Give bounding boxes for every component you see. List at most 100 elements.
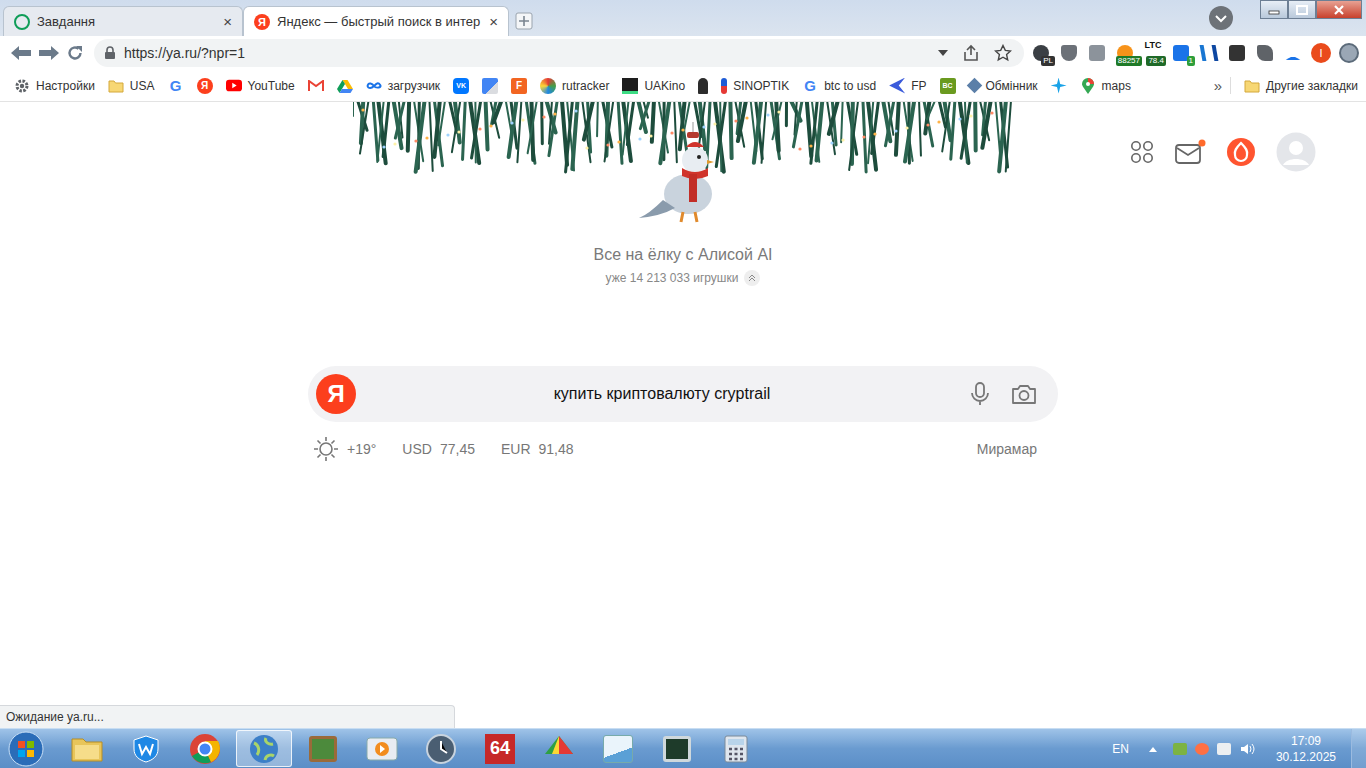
extension-button[interactable]: [1226, 40, 1248, 66]
taskbar-button[interactable]: [118, 730, 174, 767]
back-button[interactable]: [10, 45, 32, 61]
currency-rate[interactable]: USD77,45: [402, 441, 475, 457]
expand-button[interactable]: [744, 270, 760, 286]
bookmark[interactable]: FP: [889, 78, 926, 94]
bookmark[interactable]: Я: [197, 78, 213, 94]
taskbar-button[interactable]: [413, 730, 469, 767]
minimize-button[interactable]: [1260, 0, 1288, 19]
bookmark[interactable]: maps: [1080, 78, 1131, 94]
more-bookmarks-button[interactable]: »: [1214, 77, 1231, 94]
clock-icon: [425, 733, 457, 765]
forward-button[interactable]: [38, 45, 60, 61]
bookmark[interactable]: [1051, 78, 1067, 94]
extension-button[interactable]: 88257: [1114, 40, 1136, 66]
camera-icon[interactable]: [1010, 382, 1038, 406]
microphone-icon[interactable]: [968, 381, 992, 407]
avatar-button[interactable]: [1276, 132, 1316, 172]
close-tab-button[interactable]: ×: [221, 13, 234, 30]
browser-tab[interactable]: Завдання ×: [3, 6, 243, 36]
bookmark[interactable]: VK: [453, 78, 469, 94]
search-box[interactable]: Якупить криптовалюту cryptrail: [308, 366, 1058, 422]
extension-badge: PL: [1041, 56, 1055, 66]
tab-title: Яндекс — быстрый поиск в интер: [277, 14, 480, 29]
folder-icon: [1244, 78, 1260, 94]
show-desktop-button[interactable]: [1351, 729, 1366, 768]
app-tray-icon[interactable]: [1195, 743, 1209, 755]
taskbar-button[interactable]: [295, 730, 351, 767]
bookmark[interactable]: USA: [108, 78, 155, 94]
grid-button[interactable]: [1130, 140, 1154, 164]
taskbar-button[interactable]: [649, 730, 705, 767]
extension-button[interactable]: [1198, 40, 1220, 66]
extension-button[interactable]: I: [1310, 40, 1332, 66]
bookmark[interactable]: G: [168, 78, 184, 94]
bookmark[interactable]: Настройки: [14, 78, 95, 94]
show-hidden-icons-icon[interactable]: [1148, 745, 1158, 753]
bookmark[interactable]: [308, 78, 324, 94]
monitor-tray-icon[interactable]: [1217, 743, 1231, 755]
christmas-garland-icon[interactable]: [353, 102, 1013, 232]
taskbar-button[interactable]: [354, 730, 410, 767]
bookmark[interactable]: Обмінник: [969, 79, 1038, 93]
mail-button[interactable]: [1174, 138, 1206, 166]
bookmark[interactable]: загрузчик: [366, 78, 440, 94]
dropdown-icon[interactable]: [938, 49, 948, 57]
bookmarks-bar: Настройки USA GЯ YouTube загрузчик VK Frutrack…: [0, 70, 1366, 102]
maximize-button[interactable]: [1288, 0, 1316, 19]
extension-button[interactable]: 1: [1170, 40, 1192, 66]
volume-icon[interactable]: [1239, 741, 1255, 757]
address-bar[interactable]: https://ya.ru/?npr=1: [94, 39, 1024, 67]
reload-button[interactable]: [66, 44, 84, 62]
alice-button[interactable]: [1226, 137, 1256, 167]
bookmark[interactable]: rutracker: [540, 78, 609, 94]
taskbar-button[interactable]: [236, 730, 292, 767]
language-indicator[interactable]: EN: [1112, 742, 1129, 756]
close-window-button[interactable]: [1316, 0, 1362, 19]
taskbar-button[interactable]: [531, 730, 587, 767]
extension-button[interactable]: [1338, 40, 1360, 66]
share-icon[interactable]: [962, 44, 980, 62]
taskbar-button[interactable]: [177, 730, 233, 767]
new-tab-button[interactable]: [509, 6, 539, 36]
bookmark[interactable]: BC: [940, 78, 956, 94]
bookmark[interactable]: Gbtc to usd: [802, 78, 876, 94]
pin-icon: [1080, 78, 1096, 94]
extension-button[interactable]: [1254, 40, 1276, 66]
extension-badge: 1: [1187, 56, 1195, 66]
taskbar-button[interactable]: [59, 730, 115, 767]
star-icon[interactable]: [994, 44, 1012, 62]
taskbar-button[interactable]: [708, 730, 764, 767]
tab-title: Завдання: [37, 14, 214, 29]
other-bookmarks[interactable]: Другие закладки: [1244, 78, 1358, 94]
extension-button[interactable]: [1058, 40, 1080, 66]
extension-button[interactable]: LTC78.4: [1142, 40, 1164, 66]
bookmark[interactable]: [482, 78, 498, 94]
bookmark[interactable]: SINOPTIK: [721, 78, 789, 94]
network-card-icon[interactable]: [1173, 743, 1187, 755]
bookmark-label: Другие закладки: [1266, 79, 1358, 93]
extension-button[interactable]: [1086, 40, 1108, 66]
task-icon: [14, 14, 30, 30]
promo-title[interactable]: Все на ёлку с Алисой AI: [593, 246, 772, 264]
chrome-icon: [189, 733, 221, 765]
taskbar-button[interactable]: 64: [472, 730, 528, 767]
bookmark[interactable]: UAKino: [622, 78, 685, 94]
bookmark[interactable]: F: [511, 78, 527, 94]
extension-button[interactable]: PL: [1030, 40, 1052, 66]
bookmark[interactable]: YouTube: [226, 78, 295, 94]
start-button[interactable]: [8, 731, 44, 767]
weather[interactable]: +19°: [313, 436, 376, 462]
close-tab-button[interactable]: ×: [487, 13, 500, 30]
yandex-logo[interactable]: Я: [316, 374, 356, 414]
bookmark[interactable]: [698, 78, 708, 94]
search-query[interactable]: купить криптовалюту cryptrail: [374, 385, 950, 403]
clock[interactable]: 17:0930.12.2025: [1276, 733, 1336, 765]
bookmark-label: Обмінник: [986, 79, 1038, 93]
bookmark[interactable]: [337, 78, 353, 94]
browser-tab[interactable]: ЯЯндекс — быстрый поиск в интер×: [243, 6, 509, 36]
extension-button[interactable]: [1282, 40, 1304, 66]
tab-search-button[interactable]: [1208, 5, 1234, 31]
location[interactable]: Мирамар: [977, 441, 1037, 457]
taskbar-button[interactable]: [590, 730, 646, 767]
currency-rate[interactable]: EUR91,48: [501, 441, 574, 457]
